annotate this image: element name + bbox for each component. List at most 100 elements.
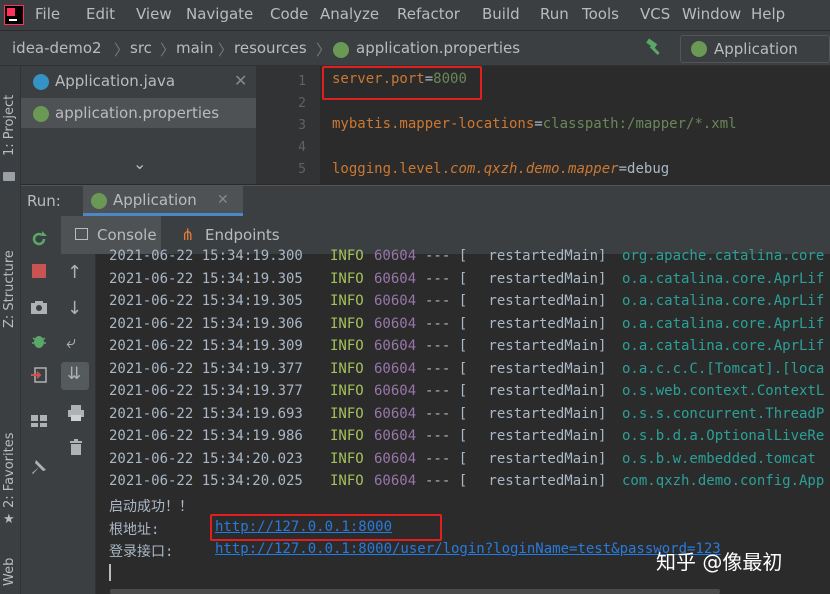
log-pid: 60604: [374, 473, 417, 489]
log-pid: 60604: [374, 428, 417, 444]
log-sep: --- [: [425, 293, 468, 309]
log-thread: restartedMain]: [480, 405, 607, 422]
log-lvl: INFO: [330, 270, 364, 287]
layout-icon[interactable]: [30, 412, 48, 430]
run-actions-toolbar: [21, 216, 57, 594]
pin-icon[interactable]: [30, 458, 48, 476]
menu-run[interactable]: Run: [540, 5, 569, 23]
log-ts: 2021-06-22 15:34:19.986: [109, 428, 303, 444]
log-logger: o.a.catalina.core.AprLif: [622, 338, 825, 354]
log-logger: org.apache.catalina.core: [622, 248, 825, 264]
structure-tool-tab[interactable]: Z: Structure: [2, 250, 17, 328]
log-lvl: INFO: [330, 405, 364, 422]
scroll-to-end-toggle[interactable]: ⇊: [61, 362, 89, 390]
log-ts: 2021-06-22 15:34:20.023: [109, 450, 303, 467]
log-ts: 2021-06-22 15:34:19.693: [109, 405, 303, 422]
run-config-label: Application: [714, 40, 798, 58]
menu-file[interactable]: File: [35, 5, 60, 23]
log-pid: 60604: [374, 338, 417, 354]
menu-analyze[interactable]: Analyze: [320, 5, 379, 23]
menu-tools[interactable]: Tools: [582, 5, 619, 23]
menu-window[interactable]: Window: [682, 5, 741, 23]
web-tool-tab[interactable]: Web: [2, 558, 17, 586]
breadcrumb-main[interactable]: main: [176, 39, 213, 57]
log-logger: com.qxzh.demo.config.App: [622, 473, 825, 489]
log-ts: 2021-06-22 15:34:19.377: [109, 360, 303, 377]
breadcrumb-file[interactable]: application.properties: [356, 39, 520, 57]
menu-build[interactable]: Build: [482, 5, 520, 23]
run-tab-application[interactable]: Application ✕: [83, 186, 243, 216]
line-number-gutter: 1 2 3 4 5: [256, 66, 320, 184]
spring-boot-icon: [691, 41, 707, 57]
editor-tabs-panel: Application.java ✕ application.propertie…: [21, 66, 256, 184]
close-icon[interactable]: ✕: [217, 192, 229, 208]
log-lvl: INFO: [330, 293, 364, 309]
close-icon[interactable]: ✕: [234, 71, 247, 90]
editor-tab-application-java[interactable]: Application.java ✕: [21, 66, 256, 96]
spring-properties-icon: [33, 106, 49, 122]
log-sep: --- [: [425, 338, 468, 354]
log-thread: restartedMain]: [480, 248, 607, 264]
build-hammer-icon[interactable]: [645, 38, 663, 56]
log-thread: restartedMain]: [480, 338, 607, 354]
log-ts: 2021-06-22 15:34:20.025: [109, 473, 303, 489]
chevron-down-icon[interactable]: ⌄: [133, 154, 146, 173]
breadcrumb-project[interactable]: idea-demo2: [12, 39, 102, 57]
log-logger: o.s.b.d.a.OptionalLiveRe: [622, 428, 825, 444]
log-pid: 60604: [374, 270, 417, 287]
run-configuration-selector[interactable]: Application: [680, 35, 830, 63]
log-lvl: INFO: [330, 450, 364, 467]
code-editor[interactable]: server.port=8000 mybatis.mapper-location…: [320, 66, 830, 184]
log-pid: 60604: [374, 315, 417, 332]
scroll-to-end-icon: ⇊: [67, 364, 82, 384]
menu-view[interactable]: View: [136, 5, 172, 23]
project-tool-tab[interactable]: 1: Project: [2, 95, 17, 156]
favorites-tool-tab[interactable]: 2: Favorites: [2, 432, 17, 508]
log-lvl: INFO: [330, 360, 364, 377]
soft-wrap-icon[interactable]: ⤶: [66, 332, 76, 353]
debug-bug-icon[interactable]: [30, 332, 48, 350]
log-logger: o.s.s.concurrent.ThreadP: [622, 405, 825, 422]
menu-vcs[interactable]: VCS: [640, 5, 670, 23]
camera-icon[interactable]: [30, 298, 48, 316]
breadcrumb-src[interactable]: src: [130, 39, 152, 57]
print-icon[interactable]: [67, 404, 85, 422]
log-ts: 2021-06-22 15:34:19.377: [109, 383, 303, 399]
console-output[interactable]: 2021-06-22 15:34:19.300 INFO 60604 --- [ re…: [96, 248, 830, 594]
menu-navigate[interactable]: Navigate: [186, 5, 253, 23]
editor-tab-application-properties[interactable]: application.properties: [21, 98, 256, 128]
watermark: 知乎 @像最初: [656, 550, 783, 574]
text-caret: [109, 564, 111, 581]
log-lvl: INFO: [330, 315, 364, 332]
console-icon: [75, 228, 88, 240]
rerun-icon[interactable]: [30, 230, 48, 248]
log-thread: restartedMain]: [480, 270, 607, 287]
line-number: 4: [298, 140, 306, 155]
log-lvl: INFO: [330, 338, 364, 354]
login-url-link[interactable]: http://127.0.0.1:8000/user/login?loginNa…: [215, 541, 721, 557]
log-pid: 60604: [374, 405, 417, 422]
log-logger: o.a.catalina.core.AprLif: [622, 270, 825, 287]
up-arrow-icon[interactable]: ↑: [67, 262, 82, 283]
log-sep: --- [: [425, 383, 468, 399]
log-ts: 2021-06-22 15:34:19.309: [109, 338, 303, 354]
menu-edit[interactable]: Edit: [86, 5, 115, 23]
breadcrumb-resources[interactable]: resources: [234, 39, 307, 57]
log-ts: 2021-06-22 15:34:19.305: [109, 293, 303, 309]
log-pid: 60604: [374, 360, 417, 377]
stop-icon[interactable]: [32, 264, 46, 278]
log-sep: --- [: [425, 248, 468, 264]
log-logger: o.s.b.w.embedded.tomcat: [622, 450, 816, 467]
log-thread: restartedMain]: [480, 315, 607, 332]
down-arrow-icon[interactable]: ↓: [67, 298, 82, 319]
trash-icon[interactable]: [67, 438, 85, 456]
menu-help[interactable]: Help: [751, 5, 785, 23]
exit-icon[interactable]: [30, 366, 48, 384]
log-sep: --- [: [425, 270, 468, 287]
log-ts: 2021-06-22 15:34:19.300: [109, 248, 303, 264]
log-pid: 60604: [374, 293, 417, 309]
menu-code[interactable]: Code: [270, 5, 308, 23]
horizontal-scrollbar[interactable]: [110, 589, 720, 594]
menu-refactor[interactable]: Refactor: [397, 5, 460, 23]
log-thread: restartedMain]: [480, 473, 607, 489]
